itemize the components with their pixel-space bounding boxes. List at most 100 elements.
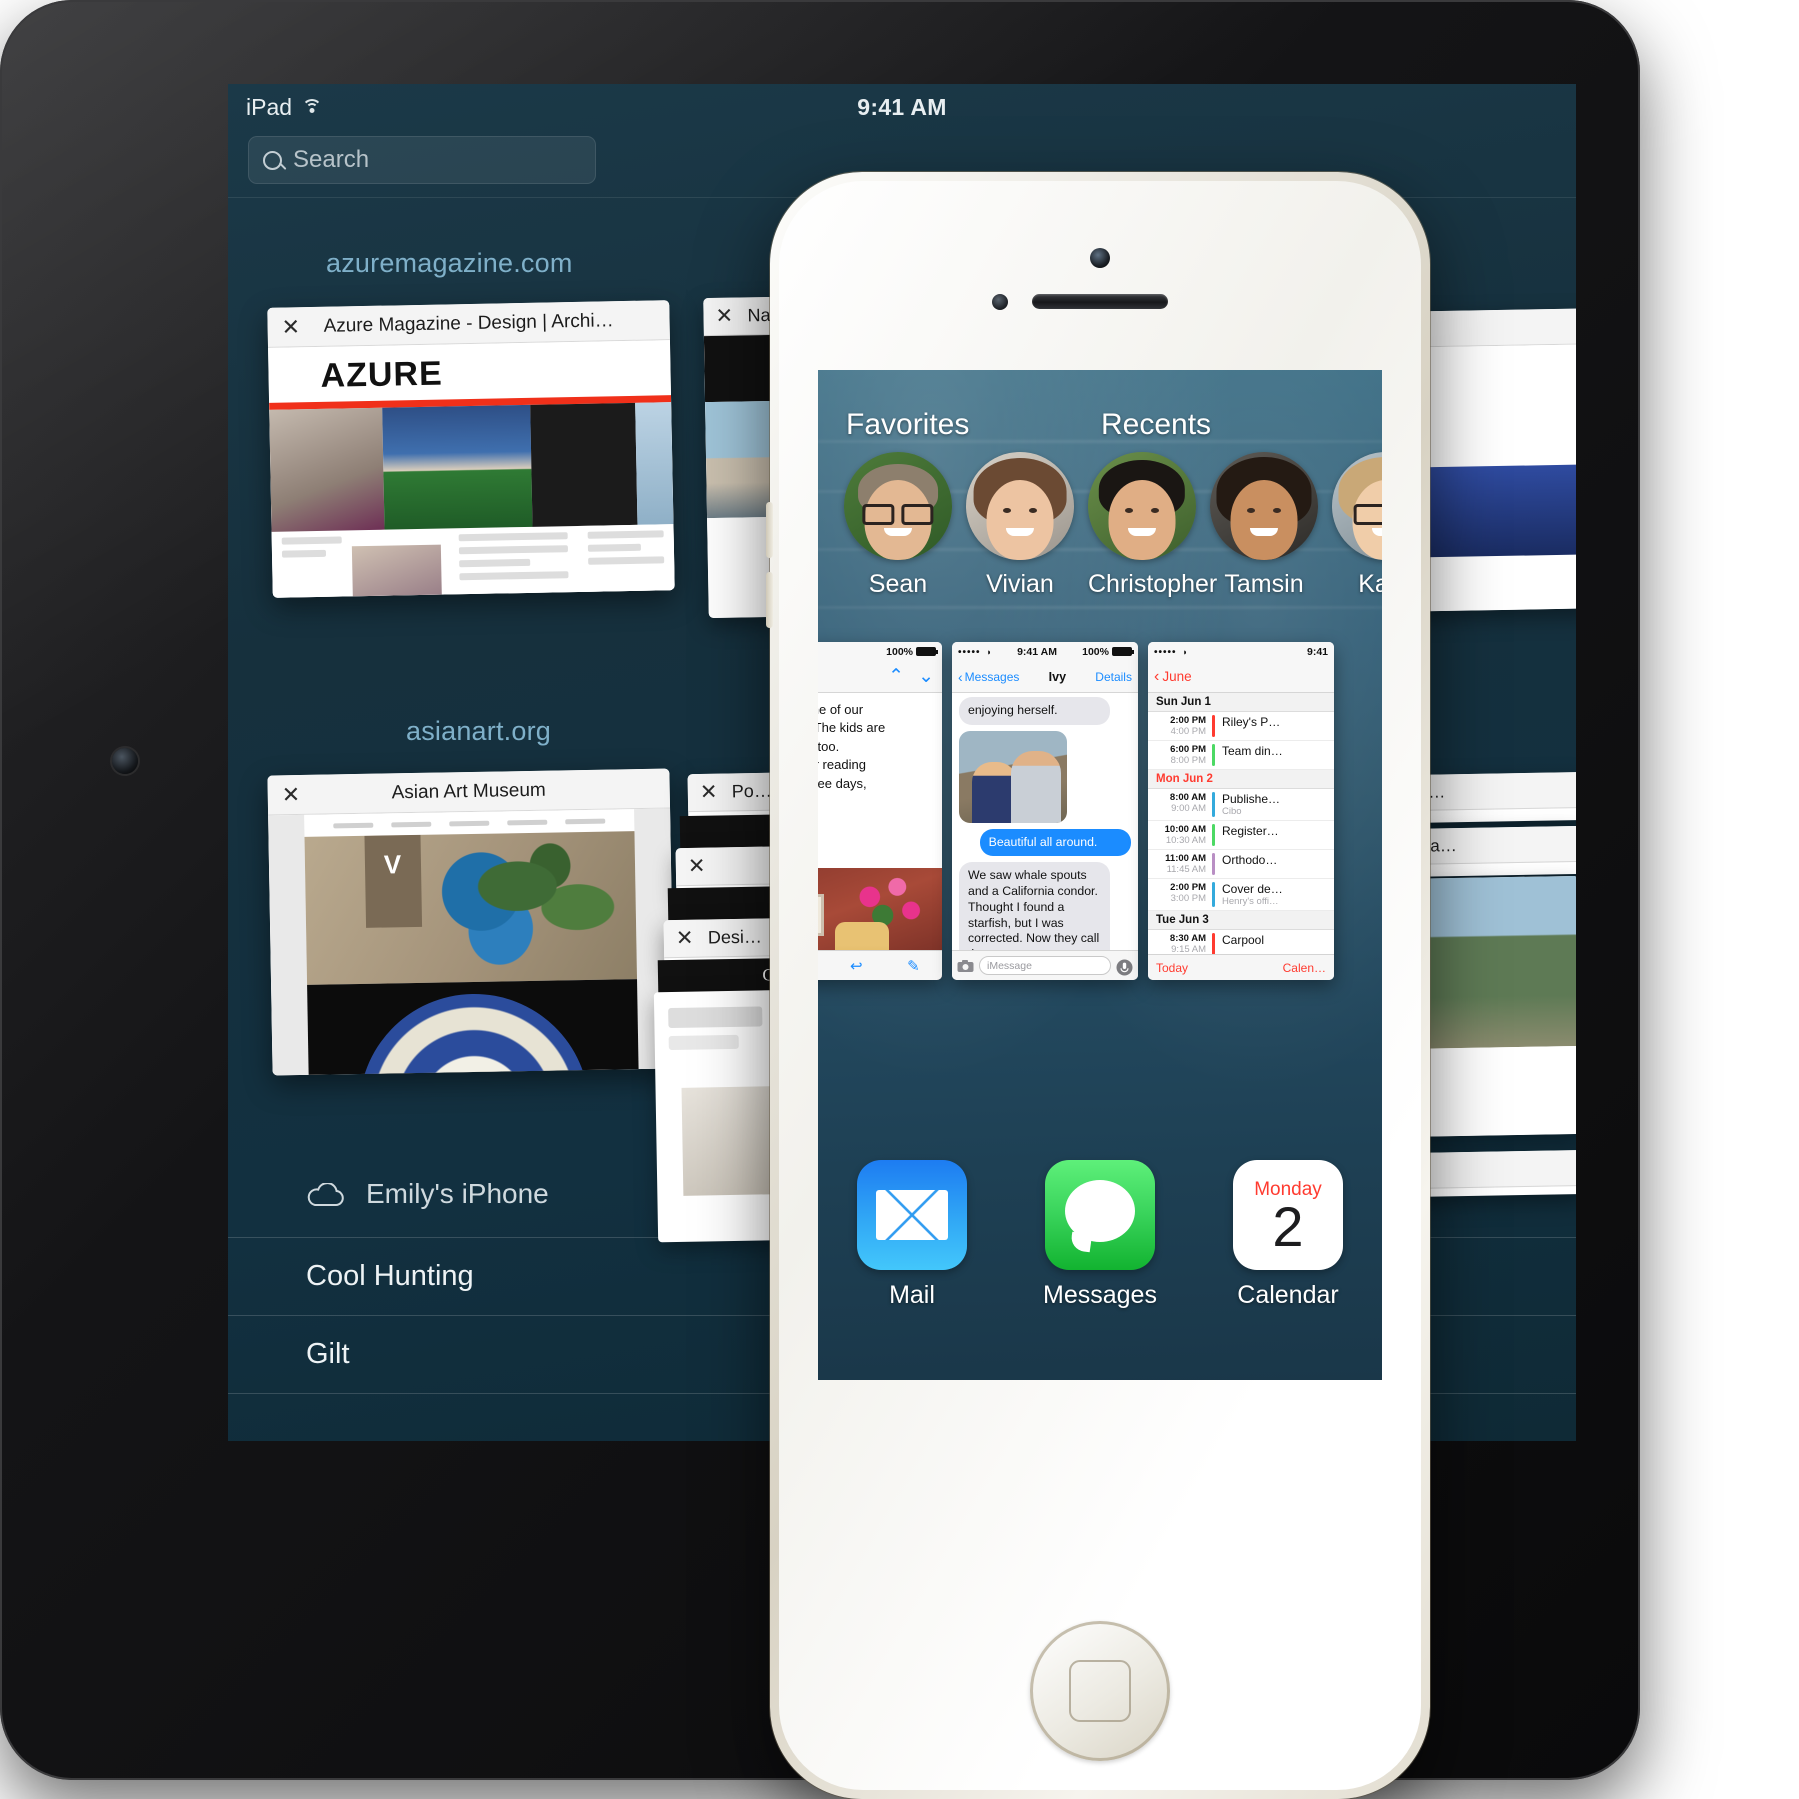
bookmark-label: Gilt [306,1338,350,1370]
calendar-event[interactable]: 8:30 AM 9:15 AM Carpool [1148,930,1334,954]
contact-item[interactable]: Vivian [966,452,1074,632]
contact-name: Ka… [1358,570,1382,598]
battery-icon [1111,647,1134,657]
mail-card-toolbar: 🗑 ↩ ✎ [818,950,942,980]
contact-name: Sean [868,570,928,598]
azure-logo: AZURE [320,354,444,395]
calendar-card-footer: Today Calen… [1148,954,1334,980]
calendar-card-time: 9:41 [1306,645,1328,658]
camera-icon[interactable] [957,959,974,973]
mail-line: t of this too. [818,738,840,754]
microphone-icon[interactable] [1116,959,1133,975]
calendar-event[interactable]: 2:00 PM 4:00 PM Riley's P… [1148,712,1334,741]
close-icon[interactable]: ✕ [282,781,301,806]
reply-icon[interactable]: ↩ [850,957,863,975]
calendar-event[interactable]: 8:00 AM 9:00 AM Publishe… Cibo [1148,789,1334,821]
search-icon [263,150,282,170]
dock-app-calendar[interactable]: Monday 2 Calendar [1222,1160,1354,1310]
event-title: Orthodo… [1222,853,1278,867]
event-color-bar [1212,715,1215,737]
volume-down-button[interactable] [766,572,773,628]
event-end: 9:00 AM [1171,803,1206,814]
imessage-input[interactable]: iMessage [979,956,1111,975]
app-card-mail[interactable]: AM 100% ⌃ ⌄ to be one of our ns yet. The… [818,642,942,980]
calendar-icon: Monday 2 [1233,1160,1343,1270]
volume-up-button[interactable] [766,502,773,558]
event-start: 6:00 PM [1170,744,1206,755]
messages-thread-title: Ivy [1048,669,1067,684]
mail-line: ks in three days, [818,775,867,791]
earpiece-speaker [1032,294,1168,309]
azure-article-row [271,524,675,598]
event-title: Team din… [1222,744,1283,758]
signal-dots-icon: ••••• [1154,646,1177,658]
tab-site-label: asianart.org [406,716,551,746]
chevron-down-icon[interactable]: ⌄ [918,665,934,688]
contact-item[interactable]: Christopher [1088,452,1218,632]
tab-card-asian-art[interactable]: ✕ Asian Art Museum [267,768,675,1076]
avatar [1332,452,1382,560]
calendars-button[interactable]: Calen… [1283,961,1326,975]
contact-item[interactable]: Ka… [1332,452,1382,632]
iphone-screen: Favorites Recents Sean Vivian Christophe… [818,370,1382,1380]
chevron-left-icon: ‹ [1154,667,1160,685]
dock-app-messages[interactable]: Messages [1034,1160,1166,1310]
calendar-icon-day: 2 [1272,1195,1304,1258]
contact-name: Christopher [1088,570,1218,598]
avatar [1088,452,1196,560]
mail-card-body: to be one of our ns yet. The kids are t … [818,693,942,793]
message-bubble: We saw whale spouts and a California con… [959,862,1111,950]
app-card-calendar[interactable]: ••••• ◗ 9:41 ‹ June Sun Jun 1 2:00 PM 4:… [1148,642,1334,980]
compose-icon[interactable]: ✎ [907,957,920,975]
dock-app-mail[interactable]: Mail [846,1160,978,1310]
tab-card-title: Azure Magazine - Design | Archi… [323,309,614,337]
calendar-event[interactable]: 10:00 AM 10:30 AM Register… [1148,821,1334,850]
home-button[interactable] [1030,1621,1170,1761]
app-switcher-cards: AM 100% ⌃ ⌄ to be one of our ns yet. The… [818,642,1382,980]
close-icon[interactable]: ✕ [688,854,706,879]
search-input[interactable]: Search [248,136,596,184]
contact-item[interactable]: Sean [844,452,952,632]
mail-line: to be one of our [818,702,864,717]
calendar-event[interactable]: 2:00 PM 3:00 PM Cover de… Henry's offi… [1148,879,1334,911]
tab-card-azure[interactable]: ✕ Azure Magazine - Design | Archi… AZURE [267,300,675,598]
messages-icon [1045,1160,1155,1270]
chevron-up-icon[interactable]: ⌃ [888,665,904,688]
message-bubble: Beautiful all around. [979,828,1131,857]
messages-card-time: 9:41 AM [1017,645,1057,658]
messages-back-button[interactable]: ‹ Messages [958,669,1019,685]
close-icon[interactable]: ✕ [281,314,300,339]
event-color-bar [1212,933,1215,954]
azure-hero [269,402,674,532]
today-button[interactable]: Today [1156,961,1188,975]
event-title: Register… [1222,824,1279,838]
ipad-front-camera-icon [112,748,138,774]
calendar-day-header: Mon Jun 2 [1148,770,1334,789]
ceramic-plate-image [357,991,592,1076]
close-icon[interactable]: ✕ [715,304,733,329]
wifi-icon: ◗ [986,646,992,657]
calendar-event[interactable]: 6:00 PM 8:00 PM Team din… [1148,741,1334,770]
aam-logo [363,834,422,928]
messages-card-status-bar: ••••• ◗ 9:41 AM 100% [952,642,1138,661]
messages-card-battery: 100% [1082,645,1109,658]
calendar-day-header: Sun Jun 1 [1148,693,1334,712]
chevron-left-icon: ‹ [958,668,963,685]
dock-app-label: Calendar [1237,1281,1339,1309]
contact-item[interactable]: Tamsin [1210,452,1318,632]
event-location: Henry's offi… [1222,896,1279,907]
calendar-event[interactable]: 11:00 AM 11:45 AM Orthodo… [1148,850,1334,879]
dock-app-label: Mail [889,1281,935,1309]
app-card-messages[interactable]: ••••• ◗ 9:41 AM 100% ‹ Messages Ivy Deta… [952,642,1138,980]
avatar [844,452,952,560]
calendar-back-label: June [1162,669,1192,684]
event-color-bar [1212,744,1215,766]
calendar-card-nav[interactable]: ‹ June [1148,661,1334,693]
close-icon[interactable]: ✕ [700,780,718,805]
event-start: 8:30 AM [1169,933,1206,944]
screenshot-root: iPad 9:41 AM Search azuremagazine.com ✕ … [0,0,1799,1799]
close-icon[interactable]: ✕ [676,926,694,951]
calendar-event-list: Sun Jun 1 2:00 PM 4:00 PM Riley's P… 6:0… [1148,693,1334,954]
messages-details-button[interactable]: Details [1095,670,1132,684]
event-title: Cover de… [1222,882,1283,896]
